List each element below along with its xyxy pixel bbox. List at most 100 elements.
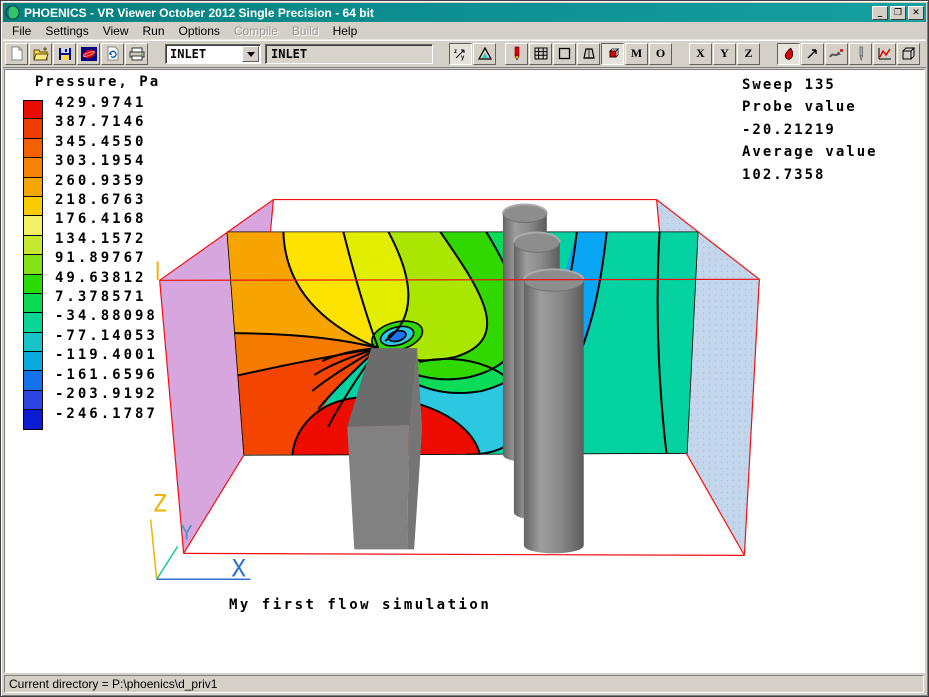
domain-cube-icon	[901, 47, 916, 61]
new-file-button[interactable]	[5, 43, 28, 65]
view-z-button[interactable]: Z	[737, 43, 760, 65]
legend-value: 91.89767	[55, 249, 158, 268]
menu-item-compile: Compile	[227, 23, 285, 39]
legend-swatch	[23, 313, 43, 332]
legend-swatch	[23, 216, 43, 235]
save-floppy-icon	[58, 47, 72, 61]
outline-toggle-button[interactable]	[553, 43, 576, 65]
legend-value: 7.378571	[55, 288, 158, 307]
maximize-button[interactable]: ❐	[890, 6, 906, 20]
domain-box-button[interactable]	[897, 43, 920, 65]
menu-item-run[interactable]: Run	[136, 23, 172, 39]
streamline-toggle-button[interactable]	[825, 43, 848, 65]
combo-dropdown-button[interactable]	[242, 46, 259, 62]
monitor-plot-button[interactable]	[873, 43, 896, 65]
close-button[interactable]: ✕	[908, 6, 924, 20]
legend-swatch	[23, 158, 43, 177]
reload-geometry-button[interactable]	[101, 43, 124, 65]
legend-value: -34.88098	[55, 307, 158, 326]
legend-swatch	[23, 275, 43, 294]
movement-button[interactable]: M	[625, 43, 648, 65]
mesh-toggle-button[interactable]	[577, 43, 600, 65]
mouse-control-icon: zy	[453, 47, 468, 61]
print-button[interactable]	[125, 43, 148, 65]
x-axis-label: X	[232, 554, 247, 582]
readout-line: Average value	[742, 141, 878, 163]
legend-title: Pressure, Pa	[35, 74, 160, 90]
reset-view-icon	[478, 47, 492, 60]
vector-toggle-button[interactable]	[801, 43, 824, 65]
z-axis-line	[151, 520, 157, 580]
legend-value: 49.63812	[55, 269, 158, 288]
probe-icon	[513, 46, 521, 61]
menu-bar: FileSettingsViewRunOptionsCompileBuildHe…	[3, 22, 926, 40]
window-title: PHOENICS - VR Viewer October 2012 Single…	[24, 6, 870, 20]
view-y-button[interactable]: Y	[713, 43, 736, 65]
menu-item-file[interactable]: File	[5, 23, 38, 39]
legend-swatch	[23, 391, 43, 410]
status-bar: Current directory = P:\phoenics\d_priv1	[3, 674, 926, 694]
menu-item-help[interactable]: Help	[326, 23, 365, 39]
object-selector-value: INLET	[166, 47, 242, 61]
readout-line: -20.21219	[742, 119, 878, 141]
minimize-button[interactable]: _	[872, 6, 888, 20]
legend-value: 345.4550	[55, 133, 158, 152]
grid-icon	[534, 47, 548, 60]
probe-location-button[interactable]	[505, 43, 528, 65]
readout-line: Probe value	[742, 96, 878, 118]
object-mode-button[interactable]: O	[649, 43, 672, 65]
svg-text:z: z	[454, 49, 457, 55]
legend-swatch	[23, 352, 43, 371]
legend-value: 218.6763	[55, 191, 158, 210]
open-file-button[interactable]	[29, 43, 52, 65]
object-view-button[interactable]	[601, 43, 624, 65]
reset-view-button[interactable]	[473, 43, 496, 65]
object-cylinder-front[interactable]	[524, 269, 584, 553]
graph-icon	[878, 47, 892, 60]
readout-line: 102.7358	[742, 164, 878, 186]
open-folder-icon	[33, 47, 49, 61]
pressure-contour-plane[interactable]	[227, 231, 699, 455]
app-window: PHOENICS - VR Viewer October 2012 Single…	[0, 0, 929, 697]
legend-values: 429.9741387.7146345.4550303.1954260.9359…	[55, 94, 158, 424]
mouse-control-button[interactable]: zy	[449, 43, 472, 65]
legend-value: -119.4001	[55, 346, 158, 365]
legend-value: 303.1954	[55, 152, 158, 171]
vr-options-button[interactable]	[77, 43, 100, 65]
isosurface-toggle-button[interactable]	[849, 43, 872, 65]
legend-swatch	[23, 139, 43, 158]
view-x-button[interactable]: X	[689, 43, 712, 65]
contour-toggle-button[interactable]	[777, 43, 800, 65]
legend-swatch	[23, 371, 43, 390]
menu-item-view[interactable]: View	[96, 23, 136, 39]
menu-item-options[interactable]: Options	[172, 23, 227, 39]
legend-swatch	[23, 236, 43, 255]
contour-pen-icon	[783, 47, 795, 61]
legend-swatch	[23, 197, 43, 216]
viewport[interactable]: Z Y X Pressure, Pa 429.9741387.7146345.4…	[4, 69, 925, 673]
object-selector[interactable]: INLET	[165, 44, 261, 64]
new-file-icon	[10, 46, 24, 61]
mesh-icon	[582, 47, 596, 60]
legend-swatch	[23, 333, 43, 352]
cube-red-face-icon	[606, 47, 620, 61]
legend-swatch	[23, 100, 43, 119]
legend-value: 260.9359	[55, 172, 158, 191]
grid-toggle-button[interactable]	[529, 43, 552, 65]
menu-item-build: Build	[285, 23, 326, 39]
title-bar[interactable]: PHOENICS - VR Viewer October 2012 Single…	[3, 3, 926, 22]
status-text: Current directory = P:\phoenics\d_priv1	[4, 675, 924, 693]
legend-value: 387.7146	[55, 113, 158, 132]
legend-value: 429.9741	[55, 94, 158, 113]
legend-value: -203.9192	[55, 385, 158, 404]
outline-icon	[558, 47, 571, 60]
object-name-field[interactable]	[265, 44, 433, 64]
readout-line: Sweep 135	[742, 74, 878, 96]
solution-readout: Sweep 135Probe value-20.21219Average val…	[742, 74, 878, 186]
save-button[interactable]	[53, 43, 76, 65]
legend-swatch	[23, 410, 43, 429]
menu-item-settings[interactable]: Settings	[38, 23, 95, 39]
legend-value: -77.14053	[55, 327, 158, 346]
chevron-down-icon	[247, 52, 255, 61]
reload-icon	[106, 46, 120, 61]
